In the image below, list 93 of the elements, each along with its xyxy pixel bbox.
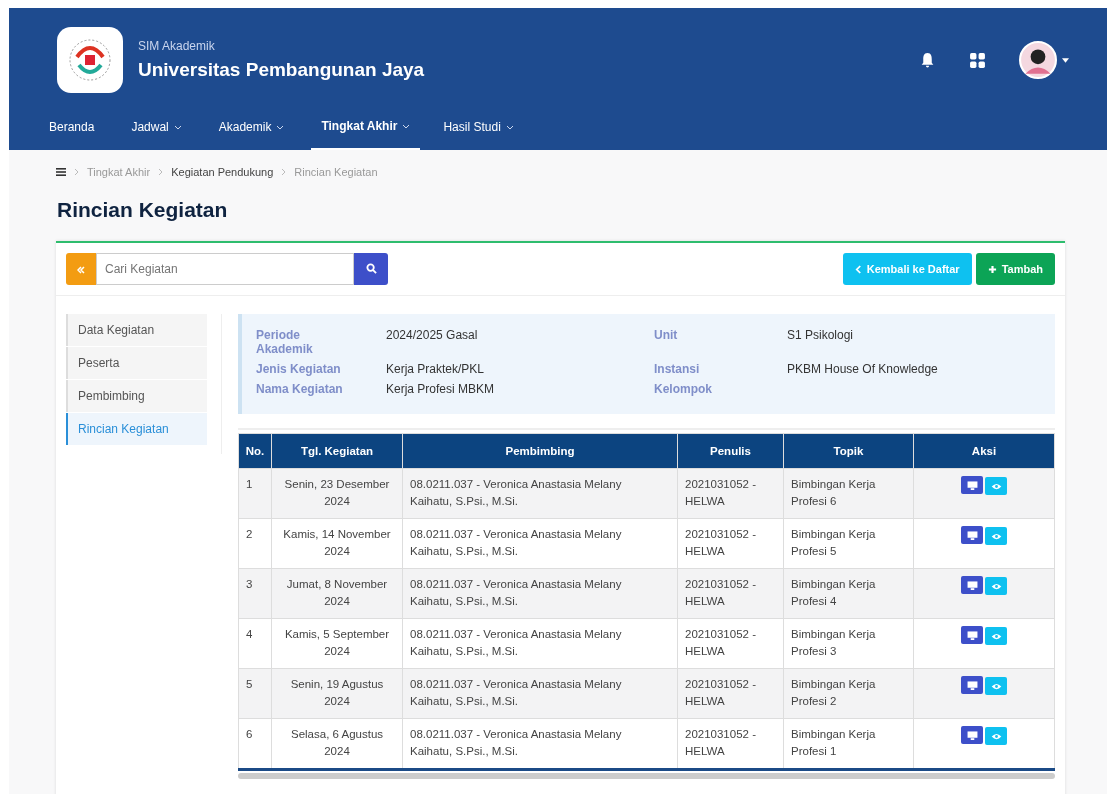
eye-icon (990, 482, 1002, 490)
nav-tab[interactable]: Jadwal (131, 120, 169, 134)
table-cell: Kamis, 5 September 2024 (271, 618, 403, 669)
info-value: PKBM House Of Knowledge (787, 362, 939, 376)
menu-icon[interactable] (56, 168, 66, 176)
table-cell: Senin, 19 Agustus 2024 (271, 668, 403, 719)
table-cell: 5 (238, 668, 272, 719)
table-cell: Bimbingan Kerja Profesi 6 (783, 468, 914, 519)
monitor-icon (966, 580, 978, 590)
eye-icon (990, 732, 1002, 740)
page-title: Rincian Kegiatan (57, 198, 229, 222)
table-cell: Bimbingan Kerja Profesi 5 (783, 518, 914, 569)
table-cell: 2021031052 - HELWA (677, 668, 784, 719)
eye-icon (990, 532, 1002, 540)
column-header: No. (238, 433, 272, 469)
info-value: Kerja Praktek/PKL (386, 362, 486, 376)
monitor-button[interactable] (961, 726, 983, 744)
info-label: Kelompok (654, 382, 713, 396)
table-cell: 08.0211.037 - Veronica Anastasia Melany Kaihatu, S.Psi., M.Si. (402, 518, 678, 569)
chevron-down-icon[interactable] (173, 124, 182, 130)
nav-tab[interactable]: Tingkat Akhir (321, 119, 398, 133)
notification-bell-icon[interactable] (919, 51, 936, 69)
eye-icon (990, 582, 1002, 590)
table-cell: 08.0211.037 - Veronica Anastasia Melany Kaihatu, S.Psi., M.Si. (402, 668, 678, 719)
table-cell: 08.0211.037 - Veronica Anastasia Melany Kaihatu, S.Psi., M.Si. (402, 618, 678, 669)
caret-icon[interactable] (1062, 57, 1069, 63)
nav-tab[interactable]: Akademik (218, 120, 272, 134)
nav-tab[interactable]: Hasil Studi (443, 120, 501, 134)
search-field[interactable]: Cari Kegiatan (96, 253, 354, 285)
monitor-button[interactable] (961, 626, 983, 644)
university-logo-icon (57, 27, 123, 93)
column-header: Aksi (913, 433, 1055, 469)
chevron-left-icon (854, 264, 862, 274)
nav-tab[interactable]: Beranda (49, 120, 95, 134)
monitor-button[interactable] (961, 676, 983, 694)
table-cell: 2021031052 - HELWA (677, 468, 784, 519)
monitor-icon (966, 730, 978, 740)
horizontal-scrollbar[interactable] (238, 773, 1055, 779)
app-subtitle: SIM Akademik (138, 39, 216, 53)
monitor-icon (966, 530, 978, 540)
chevron-right-icon (74, 168, 79, 176)
table-cell: 2021031052 - HELWA (677, 518, 784, 569)
plus-icon (987, 264, 997, 274)
table-cell: Jumat, 8 November 2024 (271, 568, 403, 619)
info-label: Nama Kegiatan (256, 382, 344, 396)
side-menu-item[interactable]: Data Kegiatan (66, 314, 207, 346)
side-menu-item[interactable]: Pembimbing (66, 380, 207, 412)
monitor-icon (966, 480, 978, 490)
info-label: Periode Akademik (256, 328, 314, 356)
double-chevron-left-icon (77, 265, 85, 274)
table-cell: Bimbingan Kerja Profesi 3 (783, 618, 914, 669)
table-cell: Kamis, 14 November 2024 (271, 518, 403, 569)
university-name: Universitas Pembangunan Jaya (138, 59, 425, 81)
chevron-down-icon[interactable] (402, 123, 411, 129)
chevron-right-icon (158, 168, 164, 176)
apps-grid-icon[interactable] (969, 51, 986, 69)
monitor-button[interactable] (961, 476, 983, 494)
table-cell: 2021031052 - HELWA (677, 618, 784, 669)
table-cell: 08.0211.037 - Veronica Anastasia Melany Kaihatu, S.Psi., M.Si. (402, 468, 678, 519)
monitor-button[interactable] (961, 526, 983, 544)
column-header: Pembimbing (402, 433, 678, 469)
table-cell: 3 (238, 568, 272, 619)
chevron-down-icon[interactable] (505, 124, 514, 130)
info-label: Jenis Kegiatan (256, 362, 342, 376)
eye-icon (990, 682, 1002, 690)
breadcrumb-link[interactable]: Kegiatan Pendukung (171, 166, 274, 178)
table-cell: 6 (238, 718, 272, 770)
monitor-button[interactable] (961, 576, 983, 594)
info-label: Instansi (654, 362, 701, 376)
table-cell: 1 (238, 468, 272, 519)
search-icon (365, 262, 377, 274)
search-button[interactable] (354, 253, 388, 285)
column-header: Tgl. Kegiatan (271, 433, 403, 469)
table-cell: Bimbingan Kerja Profesi 4 (783, 568, 914, 619)
chevron-right-icon (281, 168, 287, 176)
table-cell: Senin, 23 Desember 2024 (271, 468, 403, 519)
table-cell: 08.0211.037 - Veronica Anastasia Melany Kaihatu, S.Psi., M.Si. (402, 568, 678, 619)
info-label: Unit (654, 328, 679, 344)
info-value: Kerja Profesi MBKM (386, 382, 496, 396)
eye-icon (990, 632, 1002, 640)
side-menu-item[interactable]: Peserta (66, 347, 207, 379)
info-value: S1 Psikologi (787, 328, 855, 344)
monitor-icon (966, 680, 978, 690)
table-cell: 4 (238, 618, 272, 669)
monitor-icon (966, 630, 978, 640)
chevron-down-icon[interactable] (276, 124, 285, 130)
table-cell: Bimbingan Kerja Profesi 2 (783, 668, 914, 719)
info-value: 2024/2025 Gasal (386, 328, 479, 344)
user-avatar[interactable] (1019, 41, 1057, 79)
table-cell: 2 (238, 518, 272, 569)
table-cell: 2021031052 - HELWA (677, 568, 784, 619)
column-header: Topik (783, 433, 914, 469)
column-header: Penulis (677, 433, 784, 469)
